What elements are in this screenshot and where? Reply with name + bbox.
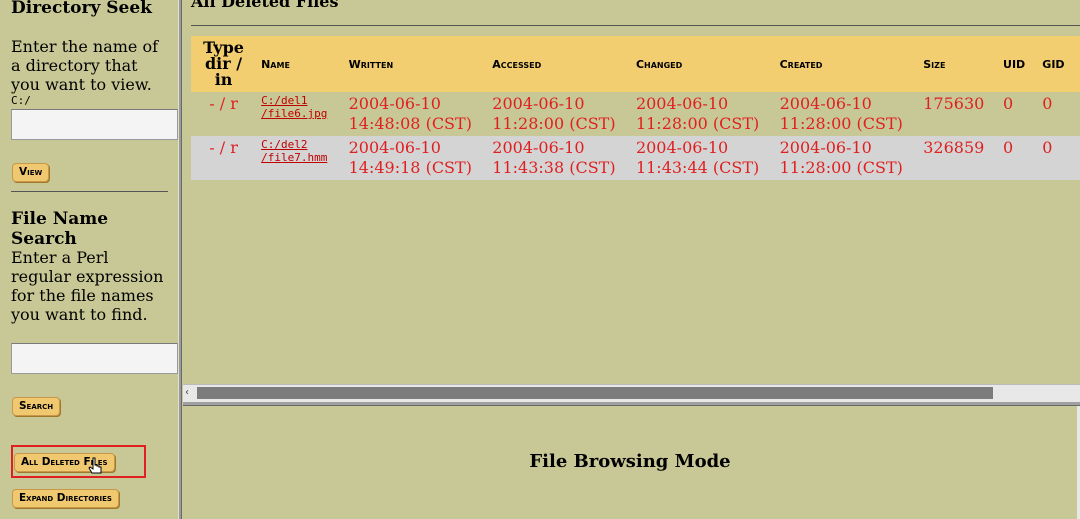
column-uid[interactable]: UID [998, 36, 1038, 92]
column-name[interactable]: Name [256, 36, 344, 92]
file-link[interactable]: C:/del1/file6.jpg [261, 94, 339, 120]
divider [11, 191, 168, 192]
changed-cell: 2004-06-10 11:28:00 (CST) [630, 92, 775, 136]
created-cell: 2004-06-10 11:28:00 (CST) [774, 92, 919, 136]
deleted-files-table: Type dir / in Name Written Accessed Chan… [191, 36, 1080, 180]
file-list-pane: All Deleted Files Type dir / in Name Wri… [183, 0, 1080, 403]
written-cell: 2004-06-10 14:49:18 (CST) [343, 136, 488, 180]
scrollbar-thumb[interactable] [197, 387, 993, 399]
file-content-pane: File Browsing Mode [183, 406, 1080, 519]
uid-cell: 0 [998, 136, 1038, 180]
accessed-cell: 2004-06-10 11:43:38 (CST) [487, 136, 631, 180]
table-row: - / r C:/del1/file6.jpg 2004-06-10 14:48:… [191, 92, 1080, 136]
directory-seek-title: Directory Seek [11, 0, 152, 18]
column-accessed[interactable]: Accessed [487, 36, 631, 92]
uid-cell: 0 [998, 92, 1038, 136]
current-directory-label: C:/ [11, 94, 31, 107]
column-type: Type dir / in [191, 36, 257, 92]
directory-input[interactable] [11, 109, 178, 140]
changed-cell: 2004-06-10 11:43:44 (CST) [630, 136, 775, 180]
column-gid[interactable]: GID [1037, 36, 1080, 92]
view-button[interactable]: View [12, 163, 50, 182]
column-created[interactable]: Created [774, 36, 919, 92]
gid-cell: 0 [1037, 92, 1080, 136]
name-cell: C:/del1/file6.jpg [256, 92, 344, 136]
title-divider [191, 25, 1080, 26]
file-name-prompt: Enter a Perl regular expression for the … [11, 248, 164, 324]
table-row: - / r C:/del2/file7.hmm 2004-06-10 14:49:… [191, 136, 1080, 180]
name-cell: C:/del2/file7.hmm [256, 136, 344, 180]
table-header-row: Type dir / in Name Written Accessed Chan… [191, 36, 1080, 92]
scroll-left-arrow-icon[interactable]: ‹ [185, 387, 195, 399]
expand-directories-button[interactable]: Expand Directories [12, 489, 119, 508]
written-cell: 2004-06-10 14:48:08 (CST) [343, 92, 488, 136]
horizontal-scrollbar[interactable]: ‹ [183, 384, 1080, 401]
type-cell: - / r [191, 92, 257, 136]
size-cell: 326859 [918, 136, 999, 180]
search-button[interactable]: Search [12, 397, 61, 416]
directory-prompt: Enter the name of a directory that you w… [11, 37, 159, 94]
accessed-cell: 2004-06-10 11:28:00 (CST) [487, 92, 631, 136]
created-cell: 2004-06-10 11:28:00 (CST) [774, 136, 919, 180]
column-written[interactable]: Written [343, 36, 488, 92]
file-link[interactable]: C:/del2/file7.hmm [261, 138, 339, 164]
column-size[interactable]: Size [918, 36, 999, 92]
mode-title: File Browsing Mode [529, 451, 731, 472]
file-name-search-title: File Name Search [11, 209, 109, 249]
hand-cursor-icon [88, 457, 102, 474]
left-panel: Directory Seek Enter the name of a direc… [0, 0, 178, 519]
frame-divider-vertical[interactable] [178, 0, 182, 519]
gid-cell: 0 [1037, 136, 1080, 180]
file-name-input[interactable] [11, 343, 178, 374]
pane-title: All Deleted Files [191, 0, 339, 11]
type-cell: - / r [191, 136, 257, 180]
size-cell: 175630 [918, 92, 999, 136]
column-changed[interactable]: Changed [630, 36, 775, 92]
